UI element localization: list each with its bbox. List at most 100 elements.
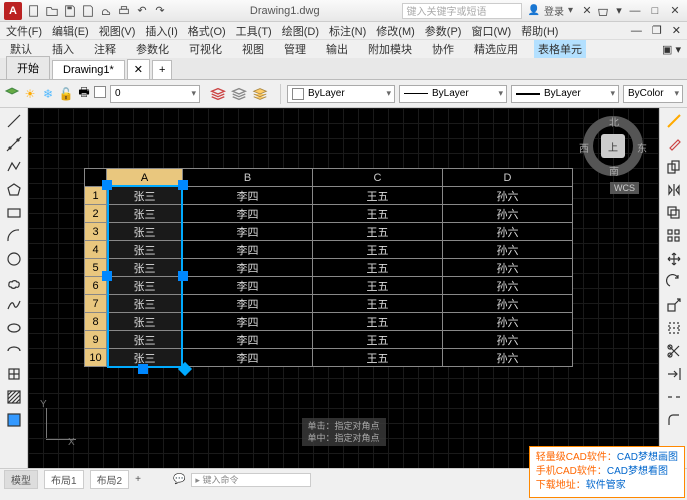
- print-icon[interactable]: [116, 3, 132, 19]
- ellipse-tool-icon[interactable]: [3, 317, 25, 339]
- table-row[interactable]: 2张三李四王五孙六: [85, 205, 573, 223]
- model-tab[interactable]: 模型: [4, 470, 38, 489]
- menu-dim[interactable]: 标注(N): [329, 23, 366, 39]
- table-row[interactable]: 7张三李四王五孙六: [85, 295, 573, 313]
- ribbon-manage[interactable]: 管理: [280, 40, 310, 58]
- new-icon[interactable]: [26, 3, 42, 19]
- doc-close-button[interactable]: ✕: [672, 24, 681, 37]
- ribbon-collapse-icon[interactable]: ▣ ▾: [662, 43, 681, 56]
- polyline-tool-icon[interactable]: [3, 156, 25, 178]
- layer-select[interactable]: 0: [110, 85, 200, 103]
- cad-table[interactable]: A B C D 1张三李四王五孙六2张三李四王五孙六3张三李四王五孙六4张三李四…: [84, 168, 573, 367]
- layer-stack-icon[interactable]: [208, 84, 228, 104]
- undo-icon[interactable]: ↶: [134, 3, 150, 19]
- col-header-a[interactable]: A: [107, 169, 183, 187]
- ribbon-annotate[interactable]: 注释: [90, 40, 120, 58]
- menu-insert[interactable]: 插入(I): [145, 23, 177, 39]
- freeze-icon[interactable]: ❄: [40, 86, 56, 102]
- offset-tool-icon[interactable]: [663, 202, 685, 224]
- ribbon-insert[interactable]: 插入: [48, 40, 78, 58]
- table-row[interactable]: 9张三李四王五孙六: [85, 331, 573, 349]
- table-row[interactable]: 10张三李四王五孙六: [85, 349, 573, 367]
- app-icon[interactable]: A: [4, 2, 22, 20]
- compass-top[interactable]: 上: [601, 134, 625, 158]
- layout-add-icon[interactable]: +: [135, 474, 141, 485]
- col-header-b[interactable]: B: [183, 169, 313, 187]
- measure-tool-icon[interactable]: [663, 110, 685, 132]
- menu-edit[interactable]: 编辑(E): [52, 23, 89, 39]
- ribbon-featured[interactable]: 精选应用: [470, 40, 522, 58]
- drawing-canvas[interactable]: 北 南 东 西 上 WCS A B C D 1张三李四王五孙六2张三李四王五孙六…: [28, 108, 659, 468]
- ellipsearc-tool-icon[interactable]: [3, 340, 25, 362]
- rectangle-tool-icon[interactable]: [3, 202, 25, 224]
- table-row[interactable]: 3张三李四王五孙六: [85, 223, 573, 241]
- break-tool-icon[interactable]: [663, 386, 685, 408]
- scale-tool-icon[interactable]: [663, 294, 685, 316]
- fillet-tool-icon[interactable]: [663, 409, 685, 431]
- command-input[interactable]: ▸ 键入命令: [191, 473, 311, 487]
- arc-tool-icon[interactable]: [3, 225, 25, 247]
- ribbon-addins[interactable]: 附加模块: [364, 40, 416, 58]
- gradient-tool-icon[interactable]: [3, 409, 25, 431]
- circle-tool-icon[interactable]: [3, 248, 25, 270]
- open-icon[interactable]: [44, 3, 60, 19]
- sun-icon[interactable]: ☀: [22, 86, 38, 102]
- ribbon-output[interactable]: 输出: [322, 40, 352, 58]
- plot-icon[interactable]: 🖶: [76, 86, 92, 102]
- layer-props-icon[interactable]: [4, 86, 20, 102]
- menu-file[interactable]: 文件(F): [6, 23, 42, 39]
- table-row[interactable]: 5张三李四王五孙六: [85, 259, 573, 277]
- save-icon[interactable]: [62, 3, 78, 19]
- extend-tool-icon[interactable]: [663, 363, 685, 385]
- close-button[interactable]: ✕: [667, 4, 683, 18]
- maximize-button[interactable]: □: [647, 4, 663, 18]
- menu-view[interactable]: 视图(V): [99, 23, 136, 39]
- basket-icon[interactable]: [595, 3, 611, 19]
- search-input[interactable]: 键入关键字或短语: [402, 3, 522, 19]
- array-tool-icon[interactable]: [663, 225, 685, 247]
- stretch-tool-icon[interactable]: [663, 317, 685, 339]
- ribbon-visual[interactable]: 可视化: [185, 40, 226, 58]
- move-tool-icon[interactable]: [663, 248, 685, 270]
- plotstyle-select[interactable]: ByColor: [623, 85, 683, 103]
- view-cube[interactable]: 北 南 东 西 上: [583, 116, 643, 176]
- col-header-d[interactable]: D: [443, 169, 573, 187]
- trim-tool-icon[interactable]: [663, 340, 685, 362]
- ribbon-parametric[interactable]: 参数化: [132, 40, 173, 58]
- table-row[interactable]: 6张三李四王五孙六: [85, 277, 573, 295]
- erase-tool-icon[interactable]: [663, 133, 685, 155]
- lineweight-select[interactable]: ByLayer: [511, 85, 619, 103]
- grip-ml[interactable]: [102, 271, 112, 281]
- table-row[interactable]: 4张三李四王五孙六: [85, 241, 573, 259]
- exchange-icon[interactable]: ✕: [579, 3, 595, 19]
- menu-format[interactable]: 格式(O): [188, 23, 226, 39]
- mirror-tool-icon[interactable]: [663, 179, 685, 201]
- menu-draw[interactable]: 绘图(D): [282, 23, 319, 39]
- table-row[interactable]: 8张三李四王五孙六: [85, 313, 573, 331]
- block-tool-icon[interactable]: [3, 363, 25, 385]
- chat-icon[interactable]: 💬: [173, 474, 185, 485]
- grip-mr[interactable]: [178, 271, 188, 281]
- hatch-tool-icon[interactable]: [3, 386, 25, 408]
- doc-minimize-button[interactable]: —: [631, 25, 642, 37]
- minimize-button[interactable]: —: [627, 4, 643, 18]
- doc-restore-button[interactable]: ❐: [652, 24, 662, 37]
- file-tab-drawing1[interactable]: Drawing1*: [52, 60, 125, 79]
- grip-bm[interactable]: [138, 364, 148, 374]
- cloud-icon[interactable]: [98, 3, 114, 19]
- menu-tools[interactable]: 工具(T): [236, 23, 272, 39]
- line-tool-icon[interactable]: [3, 110, 25, 132]
- wcs-badge[interactable]: WCS: [610, 182, 639, 194]
- menu-help[interactable]: 帮助(H): [521, 23, 558, 39]
- table-row[interactable]: 1张三李四王五孙六: [85, 187, 573, 205]
- menu-window[interactable]: 窗口(W): [471, 23, 511, 39]
- file-tab-start[interactable]: 开始: [6, 56, 50, 79]
- menu-param[interactable]: 参数(P): [425, 23, 462, 39]
- rotate-tool-icon[interactable]: [663, 271, 685, 293]
- col-header-c[interactable]: C: [313, 169, 443, 187]
- layer-stack3-icon[interactable]: [250, 84, 270, 104]
- layer-stack2-icon[interactable]: [229, 84, 249, 104]
- redo-icon[interactable]: ↷: [152, 3, 168, 19]
- menu-modify[interactable]: 修改(M): [376, 23, 415, 39]
- linetype-select[interactable]: ByLayer: [399, 85, 507, 103]
